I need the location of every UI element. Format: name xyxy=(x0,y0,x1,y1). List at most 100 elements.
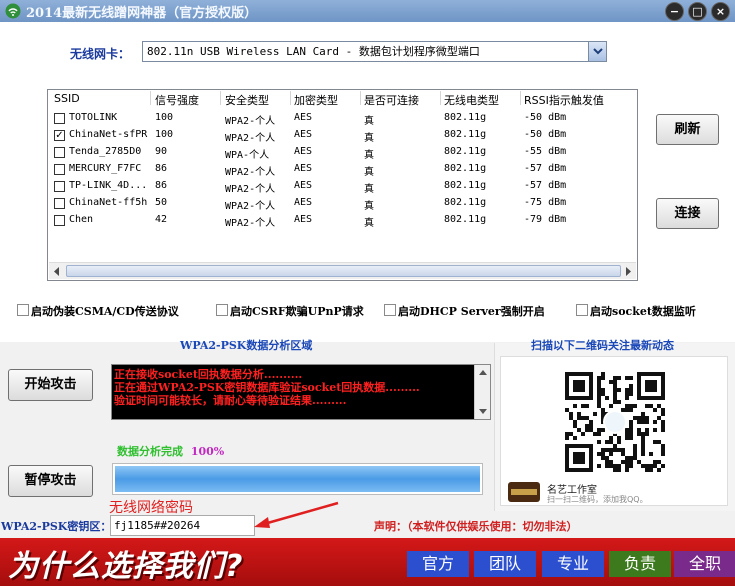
progress-fill xyxy=(115,466,480,492)
nav-fulltime[interactable]: 全职 xyxy=(674,551,735,577)
column-header-connectable[interactable]: 是否可连接 xyxy=(364,92,419,108)
radio-cell: 802.11g xyxy=(444,180,487,191)
scroll-right-icon[interactable] xyxy=(622,266,634,277)
ssid-cell: MERCURY_F7FC xyxy=(69,163,142,174)
radio-cell: 802.11g xyxy=(444,112,487,123)
nav-professional[interactable]: 专业 xyxy=(542,551,604,577)
analysis-log: 正在接收socket回执数据分析.......... 正在通过WPA2-PSK密… xyxy=(111,364,491,420)
password-field[interactable]: fj1185##20264 xyxy=(110,515,255,536)
table-row[interactable]: Chen 42 WPA2-个人 AES 真 802.11g -79 dBm xyxy=(48,212,637,229)
option-checkbox[interactable] xyxy=(17,304,29,316)
security-cell: WPA-个人 xyxy=(225,150,270,161)
row-checkbox[interactable] xyxy=(54,164,65,175)
nav-official[interactable]: 官方 xyxy=(407,551,469,577)
connect-button[interactable]: 连接 xyxy=(656,198,719,229)
horizontal-scrollbar[interactable] xyxy=(49,262,636,279)
row-checkbox[interactable] xyxy=(54,198,65,209)
column-header-radio[interactable]: 无线电类型 xyxy=(444,92,499,108)
analysis-title: WPA2-PSK数据分析区域 xyxy=(180,339,313,352)
table-row[interactable]: TOTOLINK 100 WPA2-个人 AES 真 802.11g -50 d… xyxy=(48,110,637,127)
account-subtitle: 扫一扫二维码，添加我QQ。 xyxy=(547,495,648,504)
column-divider xyxy=(360,91,361,105)
column-divider xyxy=(220,91,221,105)
minimize-button[interactable]: − xyxy=(665,2,684,21)
app-icon xyxy=(5,3,21,19)
qr-card: 名艺工作室 扫一扫二维码，添加我QQ。 xyxy=(500,356,728,506)
rssi-cell: -57 dBm xyxy=(524,180,567,191)
radio-cell: 802.11g xyxy=(444,163,487,174)
log-scrollbar[interactable] xyxy=(474,365,490,419)
option-csma-label: 启动伪装CSMA/CD传送协议 xyxy=(31,305,179,318)
table-row[interactable]: MERCURY_F7FC 86 WPA2-个人 AES 真 802.11g -5… xyxy=(48,161,637,178)
column-header-signal[interactable]: 信号强度 xyxy=(155,92,199,108)
encryption-cell: AES xyxy=(294,180,313,191)
status-text: 数据分析完成 xyxy=(117,445,183,458)
ssid-cell: TP-LINK_4D... xyxy=(69,180,148,191)
radio-cell: 802.11g xyxy=(444,129,487,140)
option-checkbox[interactable] xyxy=(216,304,228,316)
scroll-left-icon[interactable] xyxy=(51,266,63,277)
row-checkbox[interactable] xyxy=(54,181,65,192)
radio-cell: 802.11g xyxy=(444,214,487,225)
signal-cell: 50 xyxy=(155,197,168,208)
rssi-cell: -75 dBm xyxy=(524,197,567,208)
security-cell: WPA2-个人 xyxy=(225,201,276,212)
connectable-cell: 真 xyxy=(364,218,374,229)
close-button[interactable]: × xyxy=(711,2,730,21)
connectable-cell: 真 xyxy=(364,150,374,161)
rssi-cell: -79 dBm xyxy=(524,214,567,225)
column-header-ssid[interactable]: SSID xyxy=(54,92,80,105)
table-row[interactable]: TP-LINK_4D... 86 WPA2-个人 AES 真 802.11g -… xyxy=(48,178,637,195)
column-header-encryption[interactable]: 加密类型 xyxy=(294,92,338,108)
row-checkbox[interactable] xyxy=(54,113,65,124)
nav-responsible[interactable]: 负责 xyxy=(609,551,671,577)
connectable-cell: 真 xyxy=(364,133,374,144)
pause-attack-button[interactable]: 暂停攻击 xyxy=(8,465,93,497)
column-header-rssi[interactable]: RSSI指示触发值 xyxy=(524,92,604,108)
row-checkbox[interactable] xyxy=(54,215,65,226)
nav-team[interactable]: 团队 xyxy=(474,551,536,577)
adapter-dropdown[interactable]: 802.11n USB Wireless LAN Card - 数据包计划程序微… xyxy=(142,41,607,62)
rssi-cell: -50 dBm xyxy=(524,129,567,140)
table-row[interactable]: ChinaNet-ff5h 50 WPA2-个人 AES 真 802.11g -… xyxy=(48,195,637,212)
ssid-cell: ChinaNet-ff5h xyxy=(69,197,148,208)
qr-title: 扫描以下二维码关注最新动态 xyxy=(531,339,674,352)
security-cell: WPA2-个人 xyxy=(225,184,276,195)
ssid-cell: Chen xyxy=(69,214,94,225)
table-row[interactable]: ✓ ChinaNet-sfPR 100 WPA2-个人 AES 真 802.11… xyxy=(48,127,637,144)
table-row[interactable]: Tenda_2785D0 90 WPA-个人 AES 真 802.11g -55… xyxy=(48,144,637,161)
rssi-cell: -57 dBm xyxy=(524,163,567,174)
refresh-button[interactable]: 刷新 xyxy=(656,114,719,145)
scroll-thumb[interactable] xyxy=(66,265,621,277)
connectable-cell: 真 xyxy=(364,201,374,212)
disclaimer-text: 声明：（本软件仅供娱乐使用：切勿非法） xyxy=(374,520,578,533)
column-header-security[interactable]: 安全类型 xyxy=(225,92,269,108)
chevron-down-icon[interactable] xyxy=(588,42,606,61)
option-checkbox[interactable] xyxy=(576,304,588,316)
start-attack-button[interactable]: 开始攻击 xyxy=(8,369,93,401)
annotation-arrow-icon xyxy=(250,500,340,530)
account-avatar xyxy=(508,482,540,502)
rssi-cell: -50 dBm xyxy=(524,112,567,123)
maximize-button[interactable]: □ xyxy=(688,2,707,21)
password-annotation: 无线网络密码 xyxy=(109,500,193,516)
adapter-value: 802.11n USB Wireless LAN Card - 数据包计划程序微… xyxy=(147,45,480,58)
connectable-cell: 真 xyxy=(364,184,374,195)
signal-cell: 90 xyxy=(155,146,168,157)
encryption-cell: AES xyxy=(294,197,313,208)
column-divider xyxy=(440,91,441,105)
connectable-cell: 真 xyxy=(364,116,374,127)
security-cell: WPA2-个人 xyxy=(225,133,276,144)
banner-slogan: 为什么选择我们? xyxy=(8,549,244,584)
row-checkbox[interactable]: ✓ xyxy=(54,130,65,141)
radio-cell: 802.11g xyxy=(444,197,487,208)
option-checkbox[interactable] xyxy=(384,304,396,316)
row-checkbox[interactable] xyxy=(54,147,65,158)
option-socket-label: 启动socket数据监听 xyxy=(590,305,696,318)
adapter-label: 无线网卡： xyxy=(70,47,131,61)
progress-bar xyxy=(112,463,483,495)
column-divider xyxy=(520,91,521,105)
signal-cell: 86 xyxy=(155,180,168,191)
security-cell: WPA2-个人 xyxy=(225,218,276,229)
ssid-cell: Tenda_2785D0 xyxy=(69,146,142,157)
